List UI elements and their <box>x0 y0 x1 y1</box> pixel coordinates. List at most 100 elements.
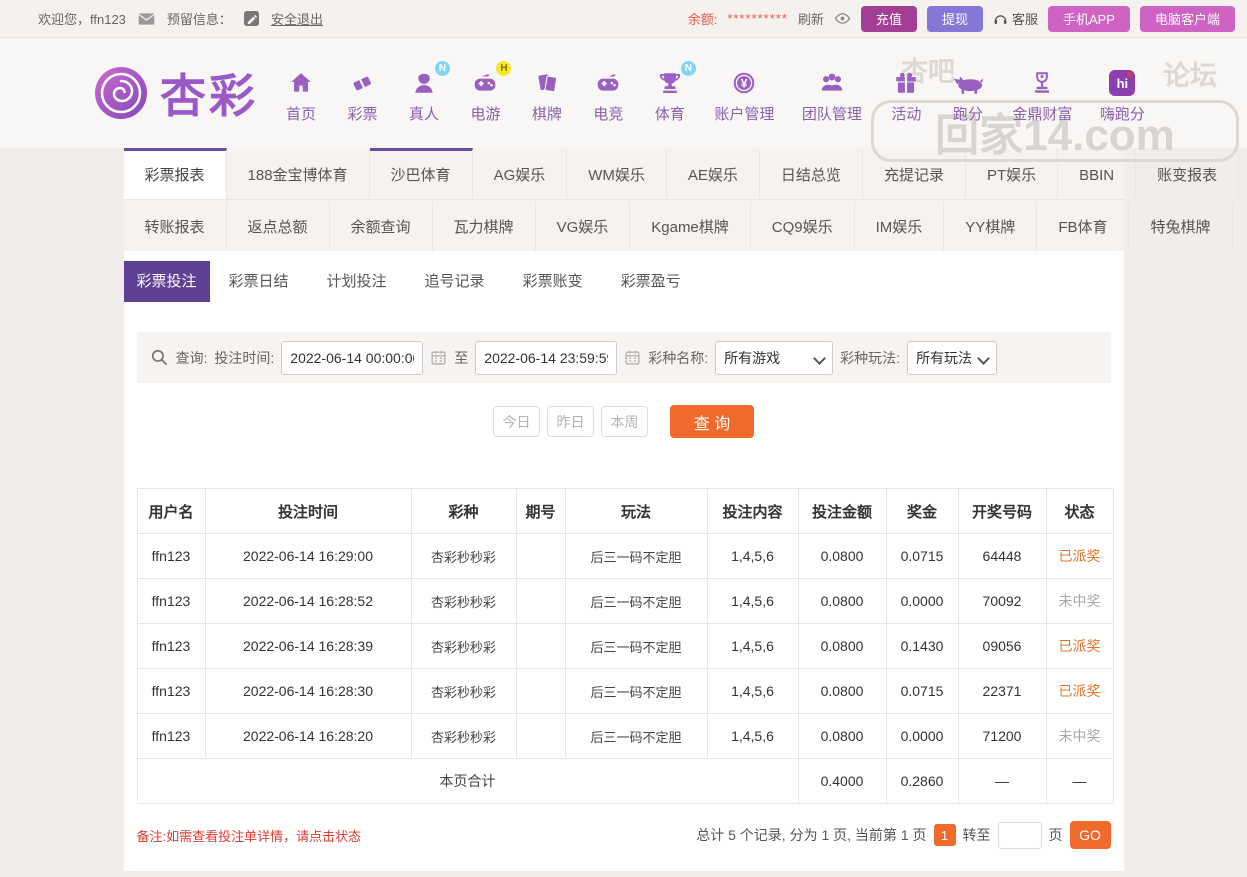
today-button[interactable]: 今日 <box>493 406 540 437</box>
cell-status[interactable]: 已派奖 <box>1046 669 1113 714</box>
team-icon <box>815 68 849 98</box>
go-button[interactable]: GO <box>1070 821 1111 849</box>
yesterday-button[interactable]: 昨日 <box>547 406 594 437</box>
cell-game: 杏彩秒秒彩 <box>411 669 516 714</box>
nav-item-jinding-wealth[interactable]: 金鼎财富 <box>1012 68 1072 124</box>
tab-rebate-total[interactable]: 返点总额 <box>227 200 330 251</box>
cell-status[interactable]: 未中奖 <box>1046 714 1113 759</box>
subtab-lottery-account-change[interactable]: 彩票账变 <box>504 261 602 302</box>
tab-cq9[interactable]: CQ9娱乐 <box>751 200 855 251</box>
query-label: 查询: <box>176 348 208 368</box>
customer-service-link[interactable]: 客服 <box>993 9 1038 28</box>
tab-ae[interactable]: AE娱乐 <box>667 148 760 199</box>
rhino-icon <box>951 68 985 98</box>
play-select[interactable]: 所有玩法 <box>907 341 997 375</box>
report-tabs-row2: 转账报表 返点总额 余额查询 瓦力棋牌 VG娱乐 Kgame棋牌 CQ9娱乐 I… <box>124 199 1124 251</box>
tab-fb-sports[interactable]: FB体育 <box>1037 200 1129 251</box>
tab-daily-summary[interactable]: 日结总览 <box>760 148 863 199</box>
badge-n: N <box>681 61 696 76</box>
col-bet-time: 投注时间 <box>205 489 411 534</box>
game-select[interactable]: 所有游戏 <box>715 341 833 375</box>
cell-status[interactable]: 未中奖 <box>1046 579 1113 624</box>
cell-draw-number: 70092 <box>958 579 1046 624</box>
mail-icon[interactable] <box>138 12 155 26</box>
cup-icon <box>1025 68 1059 98</box>
tab-balance-query[interactable]: 余额查询 <box>330 200 433 251</box>
gift-icon <box>889 68 923 98</box>
current-page-badge[interactable]: 1 <box>934 824 956 846</box>
headset-icon <box>993 12 1008 26</box>
nav-item-egames[interactable]: H 电游 <box>468 68 502 124</box>
subtab-plan-bets[interactable]: 计划投注 <box>308 261 406 302</box>
welcome-text: 欢迎您，ffn123 <box>38 9 126 28</box>
tab-im[interactable]: IM娱乐 <box>855 200 945 251</box>
bet-time-label: 投注时间: <box>214 348 274 368</box>
col-status: 状态 <box>1046 489 1113 534</box>
balance-label: 余额: <box>688 9 718 28</box>
calendar-icon[interactable] <box>430 349 447 366</box>
cell-status[interactable]: 已派奖 <box>1046 624 1113 669</box>
mobile-app-button[interactable]: 手机APP <box>1048 6 1130 32</box>
this-week-button[interactable]: 本周 <box>601 406 648 437</box>
nav-item-live[interactable]: N 真人 <box>407 68 441 124</box>
cards-icon <box>530 68 564 98</box>
nav-item-hi-paofen[interactable]: hi 嗨跑分 <box>1100 68 1145 124</box>
bet-time-from-input[interactable] <box>281 341 423 375</box>
home-icon <box>284 68 318 98</box>
cell-status[interactable]: 已派奖 <box>1046 534 1113 579</box>
cell-bet-time: 2022-06-14 16:28:52 <box>205 579 411 624</box>
eye-icon[interactable] <box>834 12 851 25</box>
nav-item-home[interactable]: 首页 <box>284 68 318 124</box>
bet-time-to-input[interactable] <box>475 341 617 375</box>
search-button[interactable]: 查 询 <box>670 405 754 438</box>
cell-bet-amount: 0.0800 <box>798 534 886 579</box>
cell-issue <box>516 579 565 624</box>
subtab-lottery-profit-loss[interactable]: 彩票盈亏 <box>602 261 700 302</box>
watermark-text-right: 论坛 <box>1163 54 1217 93</box>
pc-client-button[interactable]: 电脑客户端 <box>1140 6 1235 32</box>
note-text: 备注:如需查看投注单详情，请点击状态 <box>137 826 362 845</box>
bets-table: 用户名 投注时间 彩种 期号 玩法 投注内容 投注金额 奖金 开奖号码 状态 f <box>137 488 1114 804</box>
subtab-lottery-daily[interactable]: 彩票日结 <box>210 261 308 302</box>
nav-item-sports[interactable]: N 体育 <box>653 68 687 124</box>
cell-issue <box>516 714 565 759</box>
refresh-link[interactable]: 刷新 <box>798 9 824 28</box>
tab-transfer-report[interactable]: 转账报表 <box>124 200 227 251</box>
tab-lottery-report[interactable]: 彩票报表 <box>124 148 227 199</box>
gamepad-icon: H <box>468 68 502 98</box>
nav-item-esports[interactable]: 电竞 <box>591 68 625 124</box>
tab-wali-cards[interactable]: 瓦力棋牌 <box>433 200 536 251</box>
withdraw-button[interactable]: 提现 <box>927 6 983 32</box>
tab-yy-cards[interactable]: YY棋牌 <box>944 200 1037 251</box>
nav-item-paofen[interactable]: 跑分 <box>951 68 985 124</box>
goto-page-input[interactable] <box>998 822 1042 849</box>
topbar: 欢迎您，ffn123 预留信息： 安全退出 余额: ********** 刷新 … <box>0 0 1247 38</box>
total-bet-amount: 0.4000 <box>798 759 886 804</box>
nav-item-team-management[interactable]: 团队管理 <box>802 68 862 124</box>
subtab-lottery-bets[interactable]: 彩票投注 <box>124 261 210 302</box>
tab-188-sports[interactable]: 188金宝博体育 <box>227 148 370 199</box>
nav-item-account-management[interactable]: ¥ 账户管理 <box>714 68 774 124</box>
nav-item-cards[interactable]: 棋牌 <box>530 68 564 124</box>
col-username: 用户名 <box>137 489 205 534</box>
tab-tetu-cards[interactable]: 特兔棋牌 <box>1129 200 1232 251</box>
cell-bet-time: 2022-06-14 16:28:30 <box>205 669 411 714</box>
site-logo[interactable]: 杏彩 <box>92 60 258 126</box>
logout-link[interactable]: 安全退出 <box>271 9 323 28</box>
edit-icon[interactable] <box>244 11 259 26</box>
calendar-icon[interactable] <box>624 349 641 366</box>
tab-vg[interactable]: VG娱乐 <box>536 200 631 251</box>
tab-kgame[interactable]: Kgame棋牌 <box>630 200 751 251</box>
table-row: ffn123 2022-06-14 16:28:30 杏彩秒秒彩 后三一码不定胆… <box>137 669 1113 714</box>
col-bet-amount: 投注金额 <box>798 489 886 534</box>
subtab-chase-records[interactable]: 追号记录 <box>406 261 504 302</box>
tab-ag[interactable]: AG娱乐 <box>473 148 568 199</box>
deposit-button[interactable]: 充值 <box>861 6 917 32</box>
goto-label: 转至 <box>963 825 991 845</box>
nav-item-activities[interactable]: 活动 <box>889 68 923 124</box>
nav-item-lottery[interactable]: 彩票 <box>345 68 379 124</box>
tab-wm[interactable]: WM娱乐 <box>567 148 667 199</box>
to-label: 至 <box>454 348 468 368</box>
tab-saba-sports[interactable]: 沙巴体育 <box>370 148 473 199</box>
content-card: 彩票投注 彩票日结 计划投注 追号记录 彩票账变 彩票盈亏 查询: 投注时间: … <box>124 251 1124 871</box>
